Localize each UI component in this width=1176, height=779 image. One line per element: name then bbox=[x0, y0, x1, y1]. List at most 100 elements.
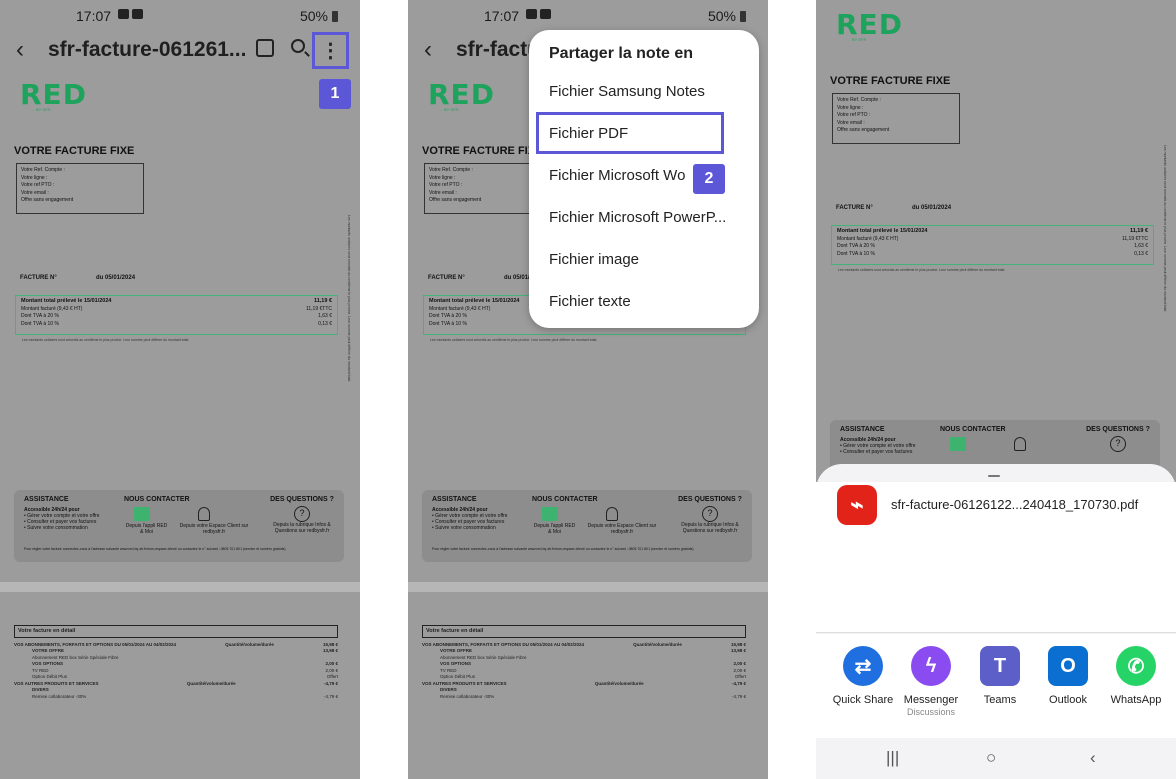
contact-heading: NOUS CONTACTER bbox=[124, 496, 190, 503]
app-bar: ‹ sfr-facture-061261... ⋮ bbox=[0, 32, 360, 69]
detail-value: -4,79 € bbox=[323, 693, 338, 699]
detail-qty: Quantité/volume/durée bbox=[186, 680, 236, 686]
menu-item-powerpoint[interactable]: Fichier Microsoft PowerP... bbox=[549, 209, 726, 226]
screen-share-sheet: RED BY SFR VOTRE FACTURE FIXE Votre Ref.… bbox=[816, 0, 1176, 779]
red-logo: RED bbox=[836, 8, 903, 41]
assist-text: • Suivre votre consommation bbox=[432, 525, 496, 531]
app-label: Quick Share bbox=[832, 694, 894, 706]
search-icon[interactable] bbox=[291, 39, 305, 53]
contact-text: Depuis votre Espace Client sur redbysfr.… bbox=[587, 523, 657, 535]
invoice-title: VOTRE FACTURE FIXE bbox=[14, 145, 135, 157]
menu-item-samsung-notes[interactable]: Fichier Samsung Notes bbox=[549, 83, 705, 100]
amount-row: Dont TVA à 10 % bbox=[837, 250, 875, 257]
amount-row-value: 1,63 € bbox=[1134, 243, 1148, 249]
home-button[interactable]: ○ bbox=[986, 748, 996, 768]
detail-qty: Quantité/volume/durée bbox=[633, 641, 682, 647]
back-button[interactable]: ‹ bbox=[424, 36, 432, 64]
shared-file-name: sfr-facture-06126122...240418_170730.pdf bbox=[891, 497, 1139, 512]
status-time: 17:07 bbox=[484, 8, 520, 24]
sheet-divider bbox=[816, 632, 1176, 633]
edit-icon[interactable] bbox=[256, 39, 274, 57]
amount-row-value: 0,13 € bbox=[318, 320, 332, 327]
question-icon: ? bbox=[702, 506, 718, 522]
quick-share-icon: ⇄ bbox=[843, 646, 883, 686]
outlook-icon: O bbox=[1048, 646, 1088, 686]
app-messenger[interactable]: ϟ Messenger Discussions bbox=[897, 646, 965, 718]
amount-label: Montant total prélevé le 15/01/2024 bbox=[837, 228, 928, 234]
person-icon bbox=[606, 507, 618, 521]
back-button[interactable]: ‹ bbox=[16, 36, 24, 64]
app-label: Teams bbox=[983, 694, 1017, 706]
amount-row-value: 1,63 € bbox=[318, 313, 332, 319]
detail-line: VOS AUTRES PRODUITS ET SERVICES bbox=[422, 680, 507, 686]
detail-value: 13,98 € bbox=[730, 648, 746, 653]
detail-header: Votre facture en détail bbox=[14, 625, 338, 638]
questions-text: Depuis la rubrique Infos & Questions sur… bbox=[273, 522, 331, 534]
invoice-number-label: FACTURE N° bbox=[20, 275, 57, 281]
suggestions-area bbox=[816, 534, 1176, 632]
share-apps-row: ⇄ Quick Share ϟ Messenger Discussions T … bbox=[816, 634, 1176, 738]
menu-item-image[interactable]: Fichier image bbox=[549, 251, 639, 268]
amount-value: 11,19 € bbox=[313, 298, 332, 304]
note-title: sfr-facture-061261... bbox=[48, 38, 247, 61]
questions-heading: DES QUESTIONS ? bbox=[1086, 426, 1150, 433]
share-sheet: ⌁ sfr-facture-06126122...240418_170730.p… bbox=[816, 464, 1176, 779]
menu-item-text[interactable]: Fichier texte bbox=[549, 293, 631, 310]
red-logo-sub: BY SFR bbox=[444, 107, 459, 112]
info-line: Offre sans engagement bbox=[837, 127, 890, 133]
status-bar: 17:07 50% bbox=[408, 0, 768, 32]
account-info-box: Votre Ref. Compte : Votre ligne : Votre … bbox=[832, 93, 960, 144]
assist-text: • Consulter et payer vos factures bbox=[840, 449, 913, 455]
page-separator bbox=[408, 582, 768, 592]
red-app-icon bbox=[134, 507, 150, 521]
contact-heading: NOUS CONTACTER bbox=[940, 426, 1006, 433]
detail-line: Remise collaborateur -30% bbox=[440, 693, 495, 699]
pdf-file-icon: ⌁ bbox=[837, 485, 877, 525]
more-options-button[interactable]: ⋮ bbox=[312, 32, 349, 69]
battery-level: 50% bbox=[707, 8, 736, 24]
amount-row-value: 0,13 € bbox=[1134, 250, 1148, 257]
amount-label: Montant total prélevé le 15/01/2024 bbox=[21, 298, 112, 304]
red-app-icon bbox=[950, 437, 966, 451]
menu-item-pdf[interactable]: Fichier PDF bbox=[549, 125, 628, 142]
amount-label: Montant total prélevé le 15/01/2024 bbox=[429, 298, 520, 304]
nav-back-button[interactable]: ‹ bbox=[1090, 748, 1096, 768]
app-outlook[interactable]: O Outlook bbox=[1034, 646, 1102, 707]
detail-qty: Quantité/volume/durée bbox=[594, 680, 644, 686]
invoice-number-label: FACTURE N° bbox=[428, 275, 465, 281]
info-line: Votre Ref. Compte : bbox=[21, 167, 65, 173]
app-quick-share[interactable]: ⇄ Quick Share bbox=[829, 646, 897, 707]
app-label: WhatsApp bbox=[1110, 694, 1162, 706]
app-label: Outlook bbox=[1049, 694, 1087, 706]
red-logo: RED bbox=[428, 78, 495, 111]
info-line: Votre email : bbox=[837, 119, 865, 126]
person-icon bbox=[1014, 437, 1026, 451]
person-icon bbox=[198, 507, 210, 521]
amount-row: Montant facturé (9,43 € HT) bbox=[429, 305, 491, 312]
amount-row: Montant facturé (9,43 € HT) bbox=[21, 305, 83, 312]
page-separator bbox=[0, 582, 360, 592]
detail-value: -4,79 € bbox=[323, 680, 338, 686]
info-line: Votre email : bbox=[21, 189, 49, 196]
menu-item-word[interactable]: Fichier Microsoft Wo bbox=[549, 167, 685, 184]
sheet-handle[interactable] bbox=[988, 475, 1000, 477]
teams-icon: T bbox=[980, 646, 1020, 686]
battery-icon bbox=[740, 10, 746, 22]
status-bar: 17:07 50% bbox=[0, 0, 360, 32]
account-info-box: Votre Ref. Compte : Votre ligne : Votre … bbox=[16, 163, 144, 214]
amount-row-value: 11,19 €TTC bbox=[305, 305, 332, 312]
app-whatsapp[interactable]: ✆ WhatsApp bbox=[1102, 646, 1170, 707]
menu-header: Partager la note en bbox=[549, 45, 694, 62]
notification-icons bbox=[118, 9, 143, 19]
step-badge-1: 1 bbox=[319, 79, 351, 109]
notification-icons bbox=[526, 9, 551, 19]
contact-text: Depuis l'appli RED & Moi bbox=[125, 523, 168, 535]
assist-footer: Pour régler votre facture connectez-vous… bbox=[432, 547, 694, 551]
recent-apps-button[interactable]: ||| bbox=[886, 748, 899, 768]
screen-note-view: 17:07 50% ‹ sfr-facture-061261... ⋮ 1 RE… bbox=[0, 0, 360, 779]
status-time: 17:07 bbox=[76, 8, 112, 24]
status-right: 50% bbox=[300, 8, 338, 24]
app-teams[interactable]: T Teams bbox=[966, 646, 1034, 707]
detail-value: 13,98 € bbox=[322, 648, 338, 653]
amount-row: Montant facturé (9,43 € HT) bbox=[837, 235, 899, 242]
